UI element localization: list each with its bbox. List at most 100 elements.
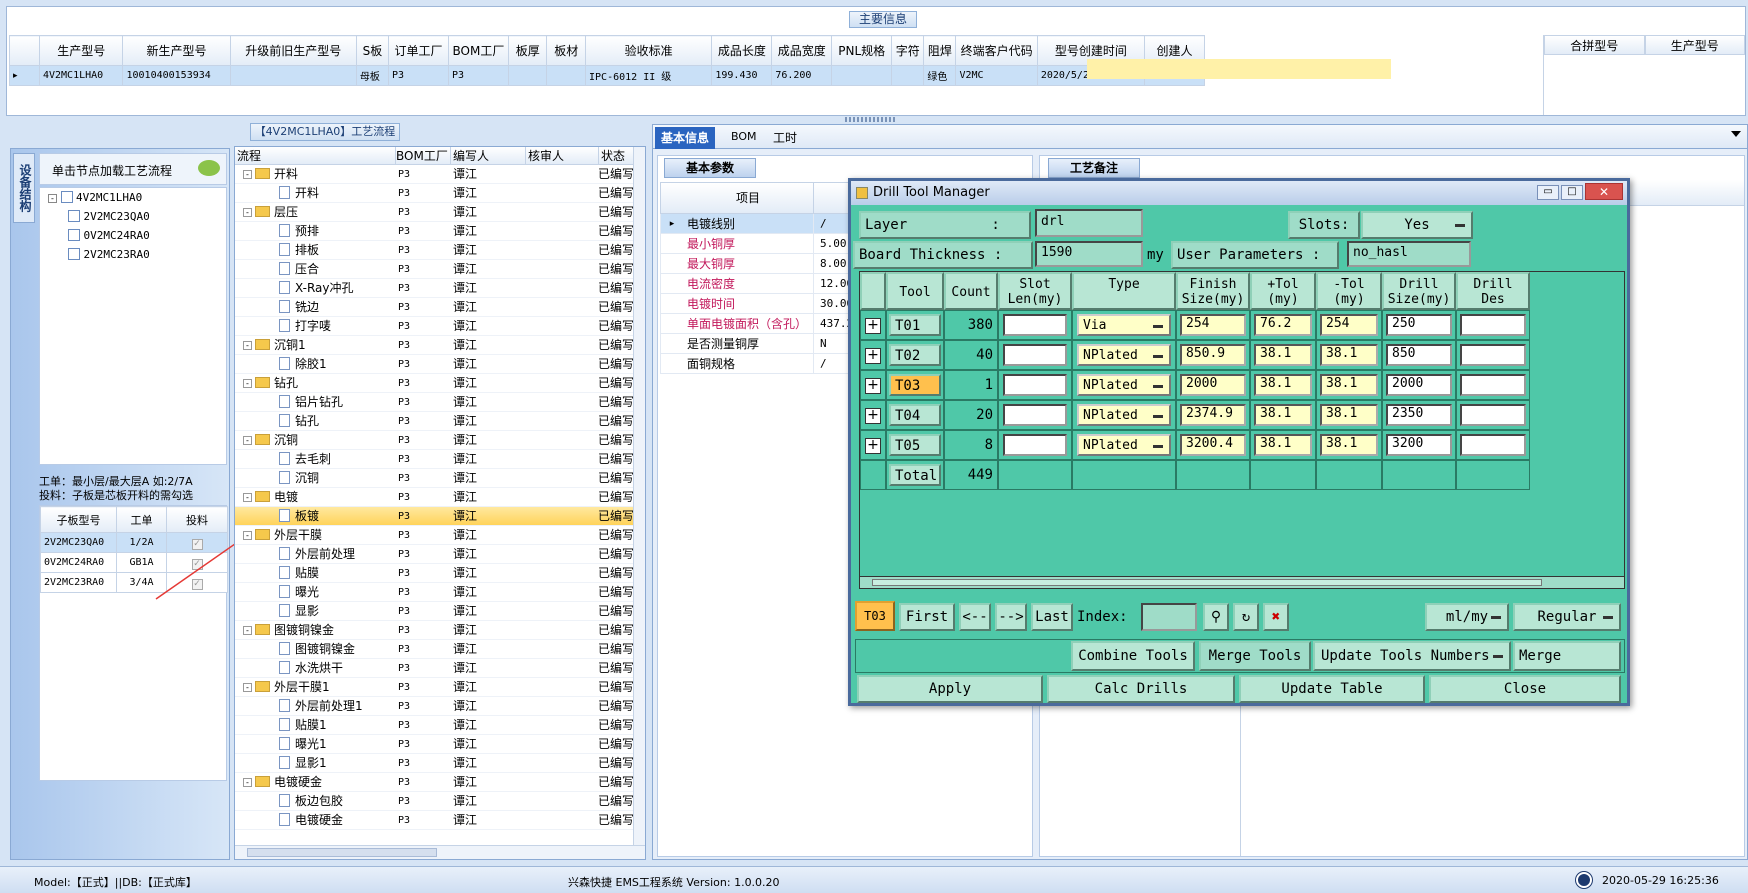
type-cell[interactable]: Via [1072,310,1176,340]
apply-button[interactable]: Apply [857,675,1043,703]
flow-row[interactable]: 水洗烘干 P3 谭江 已编写 [235,659,645,678]
tool-row[interactable]: + T03 1 NPlated 2000 38.1 38.1 2000 [860,370,1620,400]
plus-tol-cell[interactable]: 76.2 [1250,310,1316,340]
finish-cell[interactable]: 850.9 [1176,340,1250,370]
drill-size-input[interactable]: 850 [1386,344,1452,366]
delete-icon[interactable]: ✖ [1263,603,1289,631]
main-cell[interactable]: P3 [388,65,449,86]
plus-tol-cell[interactable]: 38.1 [1250,370,1316,400]
tool-cell[interactable]: T03 [886,370,944,400]
flow-row[interactable]: - 沉铜1 P3 谭江 已编写 [235,336,645,355]
main-cell[interactable]: 母板 [355,65,390,86]
finish-size-input[interactable]: 3200.4 [1180,434,1246,456]
drill-des-input[interactable] [1460,314,1526,336]
load-hint-box[interactable]: 单击节点加载工艺流程 [39,153,227,185]
minus-tol-cell[interactable]: 254 [1316,310,1382,340]
sub-board-cell[interactable]: 0V2MC24RA0 [40,552,117,573]
minus-tol-input[interactable]: 38.1 [1320,434,1378,456]
first-button[interactable]: First [899,603,955,631]
tool-cell[interactable]: T04 [886,400,944,430]
main-cell[interactable]: 10010400153934 [122,65,231,86]
tab-basic-params[interactable]: 基本参数 [664,158,756,178]
finish-cell[interactable]: 254 [1176,310,1250,340]
main-cell[interactable] [891,65,925,86]
drill-des-cell[interactable] [1456,400,1530,430]
merge-button[interactable]: Merge [1513,641,1621,671]
main-cell[interactable]: 76.200 [771,65,833,86]
collapse-icon[interactable]: - [243,778,252,787]
finish-size-input[interactable]: 2000 [1180,374,1246,396]
merge-tools-select[interactable]: Update Tools Numbers [1313,641,1511,671]
type-select[interactable]: NPlated [1077,434,1171,456]
flow-row[interactable]: 排板 P3 谭江 已编写 [235,241,645,260]
tree-root[interactable]: - 4V2MC1LHA0 [40,188,226,207]
flow-row[interactable]: 曝光1 P3 谭江 已编写 [235,735,645,754]
drill-des-cell[interactable] [1456,430,1530,460]
drill-des-cell[interactable] [1456,370,1530,400]
flow-row[interactable]: 外层前处理 P3 谭江 已编写 [235,545,645,564]
minus-tol-cell[interactable]: 38.1 [1316,430,1382,460]
prev-button[interactable]: <-- [959,603,991,631]
flow-row[interactable]: - 钻孔 P3 谭江 已编写 [235,374,645,393]
flow-row[interactable]: 铣边 P3 谭江 已编写 [235,298,645,317]
plus-tol-input[interactable]: 38.1 [1254,374,1312,396]
type-select[interactable]: NPlated [1077,404,1171,426]
slot-len-input[interactable] [1003,434,1067,456]
minus-tol-input[interactable]: 38.1 [1320,404,1378,426]
main-cell[interactable] [831,65,893,86]
last-button[interactable]: Last [1031,603,1073,631]
flow-row[interactable]: 沉铜 P3 谭江 已编写 [235,469,645,488]
minus-tol-cell[interactable]: 38.1 [1316,370,1382,400]
type-cell[interactable]: NPlated [1072,340,1176,370]
tool-name-button[interactable]: T04 [889,404,941,426]
flow-row[interactable]: 开料 P3 谭江 已编写 [235,184,645,203]
type-cell[interactable]: NPlated [1072,400,1176,430]
collapse-icon[interactable]: - [243,379,252,388]
minus-tol-input[interactable]: 38.1 [1320,344,1378,366]
minus-tol-input[interactable]: 38.1 [1320,374,1378,396]
flow-row[interactable]: 图镀铜镍金 P3 谭江 已编写 [235,640,645,659]
tool-cell[interactable]: T02 [886,340,944,370]
tool-expand-cell[interactable]: + [860,310,886,340]
slot-len-cell[interactable] [998,310,1072,340]
collapse-icon[interactable]: - [243,208,252,217]
flow-row[interactable]: 电镀硬金 P3 谭江 已编写 [235,811,645,830]
tool-expand-cell[interactable]: + [860,370,886,400]
type-select[interactable]: NPlated [1077,374,1171,396]
main-cell[interactable]: IPC-6012 II 级 [585,65,713,86]
flow-row[interactable]: 板镀 P3 谭江 已编写 [235,507,645,526]
tool-name-button[interactable]: T01 [889,314,941,336]
finish-cell[interactable]: 2000 [1176,370,1250,400]
slot-len-input[interactable] [1003,404,1067,426]
slot-len-cell[interactable] [998,430,1072,460]
type-cell[interactable]: NPlated [1072,430,1176,460]
drill-des-input[interactable] [1460,344,1526,366]
drill-des-input[interactable] [1460,374,1526,396]
combine-tools-button[interactable]: Combine Tools [1071,641,1195,671]
collapse-icon[interactable]: - [243,341,252,350]
close-icon[interactable]: ✕ [1585,183,1623,200]
tool-row[interactable]: + T02 40 NPlated 850.9 38.1 38.1 850 [860,340,1620,370]
drill-size-cell[interactable]: 850 [1382,340,1456,370]
tool-expand-cell[interactable]: + [860,430,886,460]
splitter-handle[interactable] [845,117,895,122]
finish-size-input[interactable]: 2374.9 [1180,404,1246,426]
mode-select[interactable]: Regular [1513,603,1621,631]
tool-row[interactable]: + T04 20 NPlated 2374.9 38.1 38.1 2350 [860,400,1620,430]
plus-tol-cell[interactable]: 38.1 [1250,400,1316,430]
expand-icon[interactable]: + [865,408,881,424]
flow-row[interactable]: - 图镀铜镍金 P3 谭江 已编写 [235,621,645,640]
user-params-input[interactable]: no_hasl [1347,241,1471,267]
drill-size-cell[interactable]: 2000 [1382,370,1456,400]
slots-select[interactable]: Yes [1361,211,1473,239]
drill-size-input[interactable]: 2350 [1386,404,1452,426]
calc-drills-button[interactable]: Calc Drills [1047,675,1235,703]
finish-size-input[interactable]: 254 [1180,314,1246,336]
dialog-titlebar[interactable]: Drill Tool Manager ▭ □ ✕ [851,181,1627,205]
finish-size-input[interactable]: 850.9 [1180,344,1246,366]
flow-row[interactable]: 除胶1 P3 谭江 已编写 [235,355,645,374]
tab-bom[interactable]: BOM [731,130,757,143]
main-cell[interactable]: 199.430 [711,65,773,86]
unit-select[interactable]: ml/my [1425,603,1509,631]
refresh-icon[interactable]: ↻ [1233,603,1259,631]
